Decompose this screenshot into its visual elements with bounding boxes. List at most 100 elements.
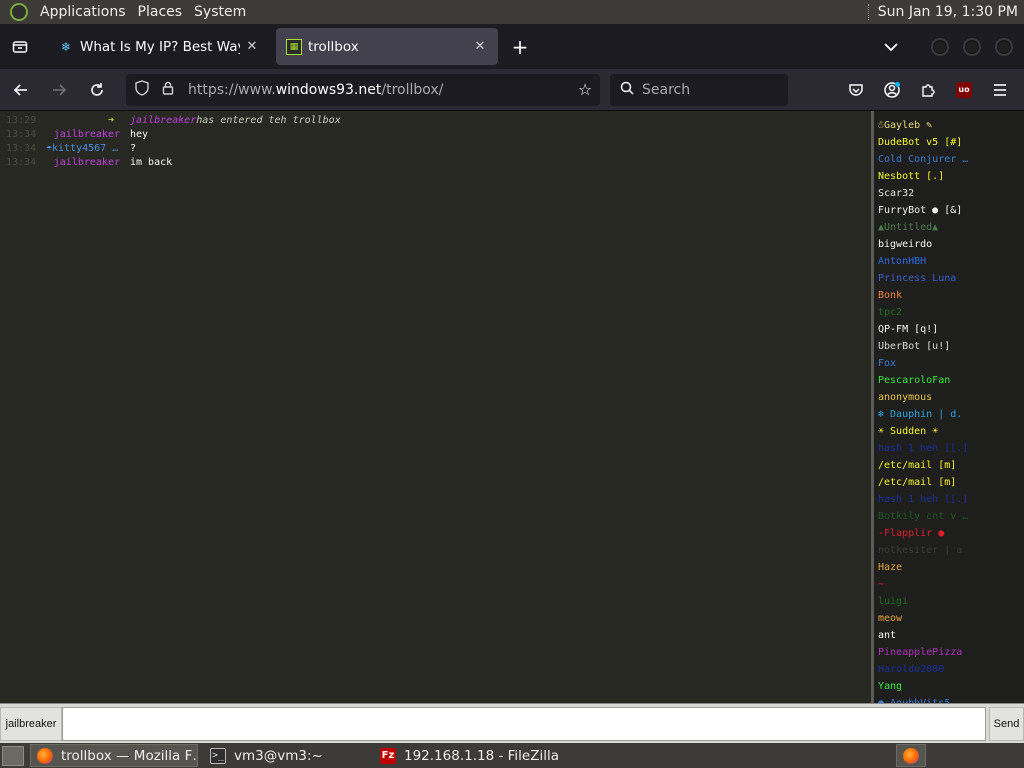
- message-text: hey: [130, 128, 149, 140]
- user-list-item[interactable]: notkesiter | a: [878, 542, 970, 559]
- user-list-item[interactable]: Scar32: [878, 185, 970, 202]
- send-button[interactable]: Send: [989, 707, 1024, 741]
- chat-message: 13:34 jailbreaker hey: [2, 127, 870, 141]
- user-list-item[interactable]: /etc/mail [m]: [878, 457, 970, 474]
- tab-title: What Is My IP? Best Way To: [80, 38, 240, 55]
- user-list-panel[interactable]: ☃Gayleb ✎ DudeBot v5 [#] Cold Conjurer … Ne…: [871, 111, 1024, 703]
- chevron-down-icon: [884, 42, 898, 51]
- message-text: ?: [130, 142, 137, 154]
- user-list-item[interactable]: ~: [878, 576, 970, 593]
- distro-logo-icon[interactable]: [10, 3, 28, 21]
- maximize-button[interactable]: [963, 37, 981, 56]
- firefox-view-button[interactable]: [0, 24, 40, 69]
- user-list-item[interactable]: luigi: [878, 593, 970, 610]
- tab-close-icon[interactable]: ✕: [472, 39, 488, 54]
- workspace-switcher[interactable]: [896, 744, 926, 767]
- chat-log[interactable]: 13:29 ➜ jailbreaker has entered teh trollb…: [2, 113, 870, 703]
- url-text[interactable]: https://www.windows93.net/trollbox/: [188, 82, 570, 98]
- user-list-item[interactable]: UberBot [u!]: [878, 338, 970, 355]
- extensions-button[interactable]: [910, 74, 946, 106]
- user-list-item[interactable]: Haroldo2000: [878, 661, 970, 678]
- clock[interactable]: Sun Jan 19, 1:30 PM: [878, 4, 1018, 20]
- tab-what-is-my-ip[interactable]: ❄ What Is My IP? Best Way To ✕: [48, 28, 270, 65]
- user-list-item[interactable]: FurryBot ● [&]: [878, 202, 970, 219]
- pocket-button[interactable]: [838, 74, 874, 106]
- nickname-button[interactable]: jailbreaker: [0, 707, 62, 741]
- user-list: ☃Gayleb ✎ DudeBot v5 [#] Cold Conjurer … Ne…: [874, 111, 1024, 703]
- firefox-icon: [37, 747, 53, 764]
- tab-close-icon[interactable]: ✕: [244, 39, 260, 54]
- forward-button[interactable]: [42, 74, 76, 106]
- user-list-item[interactable]: Princess Luna: [878, 270, 970, 287]
- show-desktop-button[interactable]: [2, 745, 24, 766]
- user-list-item[interactable]: /etc/mail [m]: [878, 474, 970, 491]
- user-list-item[interactable]: ❄ Dauphin | d.: [878, 406, 970, 423]
- message-nick[interactable]: ☂kitty4567 (…: [46, 143, 130, 154]
- user-list-item[interactable]: Yang: [878, 678, 970, 695]
- message-nick[interactable]: jailbreaker: [46, 129, 130, 140]
- user-list-item[interactable]: Nesbott [.]: [878, 168, 970, 185]
- message-time: 13:34: [6, 156, 37, 168]
- trollbox-icon: ▦: [286, 38, 302, 55]
- tab-title: trollbox: [308, 38, 359, 55]
- close-window-button[interactable]: [995, 37, 1013, 56]
- user-list-item[interactable]: Haze: [878, 559, 970, 576]
- user-list-item[interactable]: tpc2: [878, 304, 970, 321]
- puzzle-icon: [922, 83, 935, 97]
- tab-trollbox[interactable]: ▦ trollbox ✕: [276, 28, 498, 65]
- search-bar[interactable]: Search: [610, 73, 788, 106]
- taskbar-item-firefox[interactable]: trollbox — Mozilla F…: [30, 744, 198, 767]
- address-bar[interactable]: https://www.windows93.net/trollbox/ ☆: [126, 73, 600, 106]
- navigation-toolbar: https://www.windows93.net/trollbox/ ☆ Se…: [0, 69, 1024, 111]
- user-list-item[interactable]: anonymous: [878, 389, 970, 406]
- list-all-tabs-button[interactable]: [876, 42, 906, 52]
- arrow-right-icon: [53, 83, 67, 96]
- menu-places[interactable]: Places: [132, 4, 189, 20]
- message-input[interactable]: [62, 707, 986, 741]
- plus-icon: +: [511, 34, 529, 59]
- chat-input-bar: jailbreaker Send: [0, 703, 1024, 743]
- message-text: im back: [130, 156, 173, 168]
- menu-applications[interactable]: Applications: [34, 4, 132, 20]
- pocket-icon: [849, 83, 863, 96]
- user-list-item[interactable]: bigweirdo: [878, 236, 970, 253]
- search-placeholder: Search: [642, 81, 691, 98]
- minimize-button[interactable]: [931, 37, 949, 56]
- new-tab-button[interactable]: +: [502, 24, 538, 69]
- user-list-item[interactable]: Bonk: [878, 287, 970, 304]
- user-list-item[interactable]: PescaroloFan: [878, 372, 970, 389]
- reload-button[interactable]: [80, 74, 114, 106]
- account-button[interactable]: [874, 74, 910, 106]
- user-list-item[interactable]: QP-FM [q!]: [878, 321, 970, 338]
- app-menu-button[interactable]: [982, 74, 1018, 106]
- ublock-button[interactable]: uo: [946, 74, 982, 106]
- user-list-item[interactable]: -Flapplir ●: [878, 525, 970, 542]
- user-list-item[interactable]: hash 1 heh [[.]: [878, 440, 970, 457]
- user-list-item[interactable]: Fox: [878, 355, 970, 372]
- user-list-item[interactable]: DudeBot v5 [#]: [878, 134, 970, 151]
- message-nick[interactable]: jailbreaker: [46, 157, 130, 168]
- chat-message: 13:34 jailbreaker im back: [2, 155, 870, 169]
- user-list-item[interactable]: PineapplePizza: [878, 644, 970, 661]
- user-list-item[interactable]: ☀ Sudden ☀: [878, 423, 970, 440]
- taskbar-item-terminal[interactable]: >_ vm3@vm3:~: [204, 744, 368, 767]
- bookmark-star-icon[interactable]: ☆: [570, 80, 600, 99]
- user-list-item[interactable]: Botkily cnt v …: [878, 508, 970, 525]
- shield-icon[interactable]: [132, 79, 152, 100]
- back-button[interactable]: [4, 74, 38, 106]
- hamburger-menu-icon: [994, 83, 1006, 96]
- message-nick[interactable]: jailbreaker: [130, 115, 196, 126]
- firefox-view-icon: [12, 40, 28, 53]
- user-list-item[interactable]: ▲Untitled▲: [878, 219, 970, 236]
- user-list-item[interactable]: AntonHBH: [878, 253, 970, 270]
- menu-system[interactable]: System: [188, 4, 252, 20]
- user-list-item[interactable]: ant: [878, 627, 970, 644]
- lock-icon[interactable]: [158, 81, 178, 99]
- user-list-item[interactable]: ☃Gayleb ✎: [878, 117, 970, 134]
- user-list-item[interactable]: meow: [878, 610, 970, 627]
- taskbar-item-filezilla[interactable]: Fz 192.168.1.18 - FileZilla: [374, 744, 574, 767]
- user-list-item[interactable]: ● AnubhVits5: [878, 695, 970, 703]
- system-arrow-icon: ➜: [107, 114, 114, 126]
- user-list-item[interactable]: hash 1 heh [[.]: [878, 491, 970, 508]
- user-list-item[interactable]: Cold Conjurer …: [878, 151, 970, 168]
